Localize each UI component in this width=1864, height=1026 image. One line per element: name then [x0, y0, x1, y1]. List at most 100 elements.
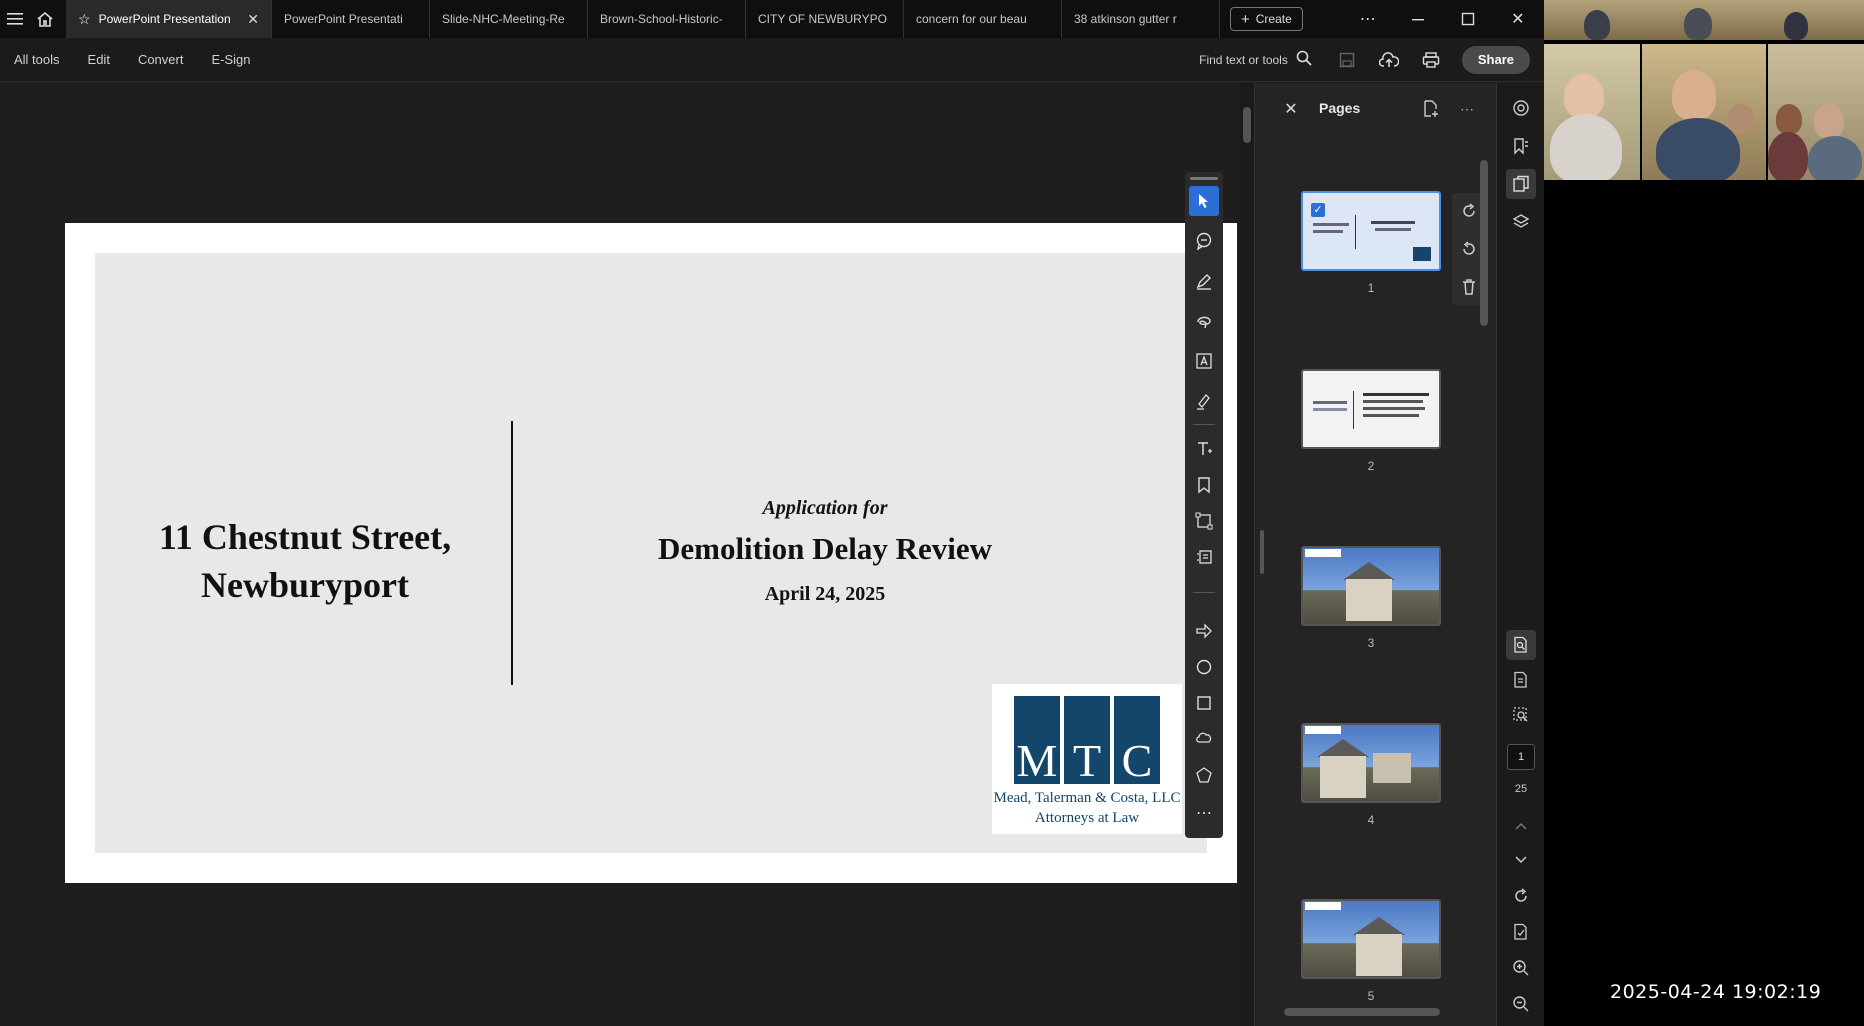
- tab-concern-for-our-beau[interactable]: concern for our beau: [904, 0, 1062, 38]
- video-person: [1656, 118, 1740, 180]
- refresh-icon[interactable]: [1506, 881, 1536, 911]
- maximize-icon[interactable]: [1443, 0, 1493, 38]
- close-tab-icon[interactable]: ✕: [239, 11, 259, 28]
- highlight-pen-icon[interactable]: [1189, 266, 1219, 296]
- page-number-label: 3: [1367, 636, 1375, 650]
- tab-38-atkinson-gutter[interactable]: 38 atkinson gutter r: [1062, 0, 1220, 38]
- find-text-or-tools[interactable]: Find text or tools: [1199, 50, 1312, 69]
- zoom-out-icon[interactable]: [1506, 989, 1536, 1019]
- thumb-text-line: [1363, 400, 1423, 403]
- next-page-icon[interactable]: [1506, 845, 1536, 875]
- slide-divider-line: [511, 421, 513, 685]
- logo-letter-t: T: [1064, 696, 1110, 784]
- recording-timestamp: 2025-04-24 19:02:19: [1610, 981, 1822, 1003]
- tab-powerpoint-presentation[interactable]: ☆ PowerPoint Presentation ✕: [66, 0, 272, 38]
- tool-separator: [1193, 424, 1215, 425]
- bookmarks-panel-icon[interactable]: [1506, 131, 1536, 161]
- slide-main-title: Demolition Delay Review: [657, 531, 993, 566]
- address-line-2: Newburyport: [201, 565, 409, 605]
- menu-edit[interactable]: Edit: [74, 52, 124, 67]
- thumbnail-image[interactable]: [1301, 369, 1441, 449]
- thumbnail-image[interactable]: [1301, 899, 1441, 979]
- pages-panel-icon[interactable]: [1506, 169, 1536, 199]
- ellipse-tool-icon[interactable]: [1189, 652, 1219, 682]
- thumbnail-image[interactable]: [1301, 723, 1441, 803]
- create-button[interactable]: + Create: [1230, 7, 1303, 31]
- logo-subtitle: Attorneys at Law: [1034, 810, 1140, 826]
- page-thumbnails-icon[interactable]: [1506, 665, 1536, 695]
- home-icon[interactable]: [30, 0, 60, 38]
- minimize-icon[interactable]: [1393, 0, 1443, 38]
- current-page-input[interactable]: 1: [1507, 744, 1535, 770]
- find-in-page-icon[interactable]: [1506, 630, 1536, 660]
- panel-resize-handle[interactable]: [1260, 530, 1264, 574]
- select-tool-icon[interactable]: [1189, 186, 1219, 216]
- more-tools-icon[interactable]: ⋯: [1189, 798, 1219, 828]
- thumb-photo-caption: [1305, 726, 1341, 734]
- address-line-1: 11 Chestnut Street,: [158, 517, 452, 557]
- add-text-icon[interactable]: [1189, 434, 1219, 464]
- tab-powerpoint-presentation-2[interactable]: PowerPoint Presentati: [272, 0, 430, 38]
- share-button[interactable]: Share: [1461, 45, 1530, 74]
- document-scroll-thumb[interactable]: [1243, 107, 1251, 143]
- close-window-icon[interactable]: ✕: [1493, 0, 1543, 38]
- insert-page-icon[interactable]: [1419, 97, 1443, 121]
- rectangle-tool-icon[interactable]: [1189, 688, 1219, 718]
- tab-city-of-newburyport[interactable]: CITY OF NEWBURYPO: [746, 0, 904, 38]
- thumb-house: [1320, 756, 1366, 798]
- video-person: [1784, 12, 1808, 40]
- add-comment-icon[interactable]: [1189, 226, 1219, 256]
- thumb-house-roof: [1317, 739, 1369, 757]
- close-panel-icon[interactable]: ✕: [1279, 97, 1303, 121]
- pages-scroll-thumb[interactable]: [1480, 160, 1488, 326]
- video-person: [1684, 8, 1712, 40]
- right-rail: 1 25: [1496, 83, 1544, 1026]
- pages-panel-header: ✕ Pages ⋯: [1255, 83, 1497, 133]
- thumbnail-image[interactable]: [1301, 546, 1441, 626]
- video-person: [1564, 74, 1604, 118]
- line-tool-icon[interactable]: [1193, 592, 1215, 593]
- previous-page-icon[interactable]: [1506, 811, 1536, 841]
- more-tabs-icon[interactable]: ⋯: [1343, 0, 1393, 38]
- draw-freehand-icon[interactable]: [1189, 306, 1219, 336]
- print-icon[interactable]: [1410, 44, 1452, 76]
- mtc-logo: M T C Mead, Talerman & Costa, LLC Attorn…: [992, 684, 1182, 834]
- panel-more-options-icon[interactable]: ⋯: [1455, 97, 1479, 121]
- checkbox-checked-icon[interactable]: ✓: [1311, 203, 1325, 217]
- zoom-marquee-icon[interactable]: [1506, 700, 1536, 730]
- page-number-label: 1: [1367, 281, 1375, 295]
- tab-brown-school-historic[interactable]: Brown-School-Historic-: [588, 0, 746, 38]
- text-recognition-icon[interactable]: [1189, 346, 1219, 376]
- video-person: [1584, 10, 1610, 40]
- layers-icon[interactable]: [1506, 207, 1536, 237]
- document-scrollbar[interactable]: [1240, 83, 1254, 1026]
- menu-e-sign[interactable]: E-Sign: [197, 52, 264, 67]
- zoom-in-icon[interactable]: [1506, 953, 1536, 983]
- pages-scrollbar[interactable]: [1478, 140, 1490, 1010]
- video-tile-room-wide: [1544, 0, 1864, 40]
- hamburger-menu-icon[interactable]: [0, 0, 30, 38]
- text-box-icon[interactable]: [1189, 542, 1219, 572]
- arrow-tool-icon[interactable]: [1189, 616, 1219, 646]
- crop-shape-icon[interactable]: [1189, 506, 1219, 536]
- cloud-shape-icon[interactable]: [1189, 724, 1219, 754]
- menu-all-tools[interactable]: All tools: [0, 52, 74, 67]
- thumb-logo: [1413, 247, 1431, 261]
- pages-horizontal-scrollbar[interactable]: [1270, 1006, 1470, 1018]
- star-icon[interactable]: ☆: [78, 11, 91, 28]
- thumbnail-image[interactable]: ✓: [1301, 191, 1441, 271]
- polygon-tool-icon[interactable]: [1189, 760, 1219, 790]
- thumb-text-line: [1313, 408, 1347, 411]
- fill-sign-icon[interactable]: [1189, 386, 1219, 416]
- fit-page-icon[interactable]: [1506, 917, 1536, 947]
- upload-cloud-icon[interactable]: [1368, 44, 1410, 76]
- bookmark-icon[interactable]: [1189, 470, 1219, 500]
- ai-assistant-icon[interactable]: [1506, 93, 1536, 123]
- thumb-divider: [1353, 391, 1354, 429]
- pages-hscroll-thumb[interactable]: [1284, 1008, 1440, 1016]
- thumb-text-line: [1313, 223, 1349, 226]
- toolstrip-grip[interactable]: [1190, 177, 1218, 180]
- save-icon[interactable]: [1326, 44, 1368, 76]
- tab-slide-nhc-meeting[interactable]: Slide-NHC-Meeting-Re: [430, 0, 588, 38]
- menu-convert[interactable]: Convert: [124, 52, 198, 67]
